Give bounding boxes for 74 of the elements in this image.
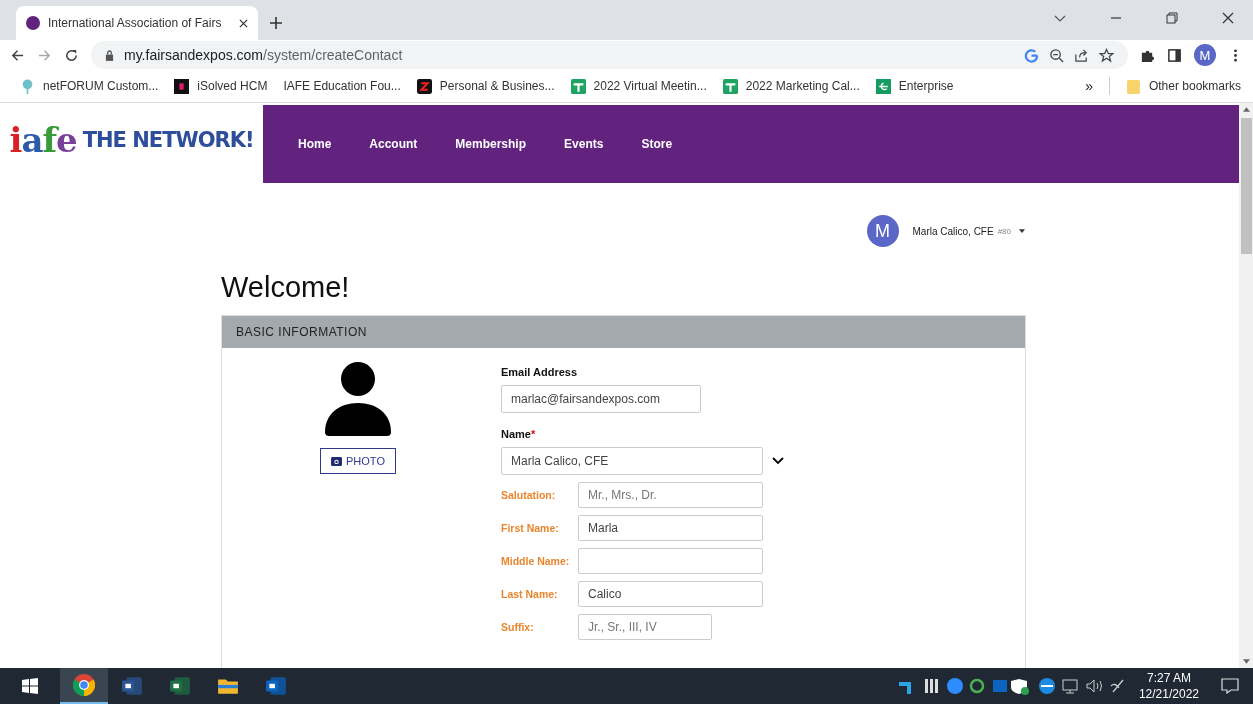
- user-avatar[interactable]: M: [866, 215, 899, 247]
- field-label: Last Name:: [501, 588, 559, 600]
- app-icon: [121, 675, 143, 697]
- star-icon[interactable]: [1099, 47, 1114, 63]
- google-icon[interactable]: [1024, 47, 1039, 63]
- app-icon: [169, 675, 191, 697]
- chrome-icon: [73, 674, 95, 696]
- reload-icon[interactable]: [64, 47, 79, 63]
- bookmark-item[interactable]: 2022 Marketing Cal...: [722, 78, 860, 94]
- field-label: Middle Name:: [501, 555, 571, 567]
- member-number: #80: [997, 226, 1011, 236]
- side-panel-icon[interactable]: [1167, 47, 1182, 63]
- share-icon[interactable]: [1074, 47, 1089, 63]
- lock-icon: [105, 49, 114, 61]
- field-label: Email Address: [501, 366, 578, 378]
- nav-link[interactable]: Home: [298, 137, 332, 151]
- spreadsheet-icon: [570, 78, 586, 94]
- bookmark-logo-icon: [416, 78, 432, 94]
- nav-link[interactable]: Membership: [455, 137, 527, 151]
- app-icon: [265, 675, 287, 697]
- site-favicon-icon: [26, 16, 40, 30]
- clock-time: 7:27 AM: [1146, 671, 1191, 685]
- address-bar[interactable]: my.fairsandexpos.com/system/createContact: [91, 41, 1128, 69]
- bookmark-logo-icon: [875, 78, 891, 94]
- bookmark-item[interactable]: IAFE Education Fou...: [283, 79, 401, 93]
- bookmark-item[interactable]: Personal & Busines...: [416, 78, 555, 94]
- nav-link[interactable]: Account: [369, 137, 418, 151]
- taskbar-clock[interactable]: 7:27 AM 12/21/2022: [1138, 671, 1199, 701]
- field-label: Name*: [501, 428, 537, 440]
- input-field[interactable]: Marla: [578, 515, 763, 541]
- bookmark-logo-icon: [174, 78, 190, 94]
- new-tab-icon[interactable]: [270, 17, 282, 29]
- section-header: BASIC INFORMATION: [222, 316, 1025, 348]
- scrollbar-thumb[interactable]: [1240, 118, 1252, 254]
- bookmark-item[interactable]: iSolved HCM: [174, 78, 268, 94]
- field-label: Salutation:: [501, 489, 557, 501]
- user-name[interactable]: Marla Calico, CFE: [912, 225, 994, 237]
- field-label: First Name:: [501, 522, 560, 534]
- windows-start-icon[interactable]: [22, 678, 38, 694]
- zoom-out-icon[interactable]: [1049, 47, 1064, 63]
- bookmark-item[interactable]: 2022 Virtual Meetin...: [570, 78, 707, 94]
- scrollbar[interactable]: [1239, 103, 1253, 668]
- more-bookmarks-button[interactable]: »: [1085, 78, 1093, 94]
- input-field[interactable]: Jr., Sr., III, IV: [578, 614, 712, 640]
- close-window-icon[interactable]: [1222, 12, 1234, 24]
- bookmark-item[interactable]: Enterprise: [875, 78, 954, 94]
- nav-link[interactable]: Store: [641, 137, 673, 151]
- taskbar-app[interactable]: [60, 668, 108, 704]
- folder-icon: [1125, 78, 1141, 94]
- close-icon[interactable]: [239, 18, 248, 28]
- clock-date: 12/21/2022: [1138, 687, 1199, 701]
- photo-button[interactable]: PHOTO: [320, 448, 396, 474]
- chevron-icon[interactable]: [772, 457, 784, 465]
- scroll-up-icon[interactable]: [1242, 107, 1250, 112]
- nav-link[interactable]: Events: [564, 137, 604, 151]
- bookmark-item[interactable]: netFORUM Custom...: [20, 78, 159, 94]
- browser-tab[interactable]: International Association of Fairs: [16, 6, 258, 40]
- page-heading: Welcome!: [221, 271, 351, 304]
- spreadsheet-icon: [722, 78, 738, 94]
- camera-icon: [331, 456, 343, 466]
- profile-avatar[interactable]: M: [1194, 44, 1216, 66]
- name-field[interactable]: Marla Calico, CFE: [501, 447, 763, 475]
- scroll-down-icon[interactable]: [1242, 659, 1250, 664]
- caret-icon[interactable]: [1019, 229, 1025, 233]
- field-label: Suffix:: [501, 621, 535, 633]
- input-field[interactable]: [578, 548, 763, 574]
- email-field[interactable]: marlac@fairsandexpos.com: [501, 385, 701, 413]
- notification-icon[interactable]: [1221, 678, 1239, 694]
- input-field[interactable]: Calico: [578, 581, 763, 607]
- restore-icon[interactable]: [1166, 12, 1178, 24]
- person-silhouette-icon: [325, 362, 391, 436]
- tree-icon: [20, 78, 35, 94]
- input-field[interactable]: Mr., Mrs., Dr.: [578, 482, 763, 508]
- bookmark-folder[interactable]: Other bookmarks: [1125, 78, 1241, 94]
